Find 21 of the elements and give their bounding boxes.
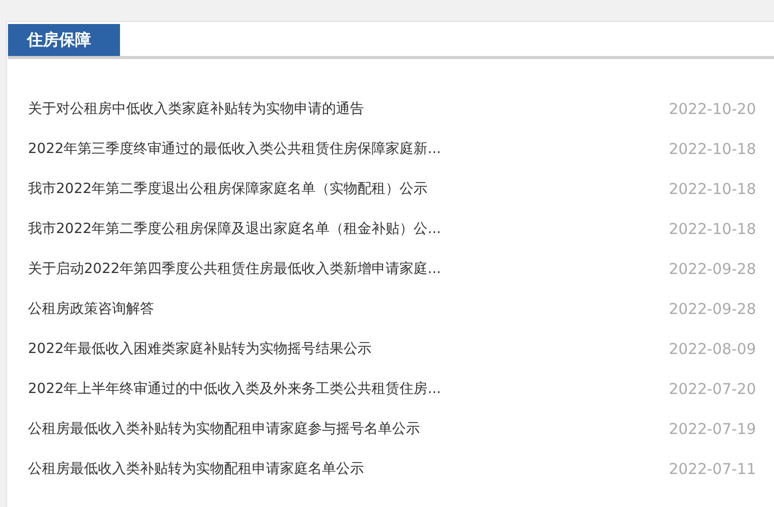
news-link[interactable]: 2022年最低收入困难类家庭补贴转为实物摇号结果公示	[28, 340, 372, 358]
news-date: 2022-08-09	[668, 340, 756, 358]
news-date: 2022-07-19	[668, 420, 756, 438]
news-date: 2022-07-11	[668, 460, 756, 478]
news-link[interactable]: 公租房最低收入类补贴转为实物配租申请家庭名单公示	[28, 460, 364, 478]
news-link[interactable]: 我市2022年第二季度公租房保障及退出家庭名单（租金补贴）公...	[28, 220, 441, 238]
news-date: 2022-07-20	[668, 380, 756, 398]
news-date: 2022-10-18	[668, 220, 756, 238]
news-date: 2022-09-28	[668, 300, 756, 318]
section-title: 住房保障	[8, 24, 120, 56]
news-date: 2022-10-18	[668, 180, 756, 198]
news-date: 2022-10-20	[668, 100, 756, 118]
news-link[interactable]: 2022年第三季度终审通过的最低收入类公共租赁住房保障家庭新...	[28, 140, 441, 158]
news-link[interactable]: 关于启动2022年第四季度公共租赁住房最低收入类新增申请家庭...	[28, 260, 441, 278]
news-date: 2022-10-18	[668, 140, 756, 158]
news-link[interactable]: 我市2022年第二季度退出公租房保障家庭名单（实物配租）公示	[28, 180, 428, 198]
news-date: 2022-09-28	[668, 260, 756, 278]
news-link[interactable]: 2022年上半年终审通过的中低收入类及外来务工类公共租赁住房...	[28, 380, 441, 398]
news-link[interactable]: 公租房最低收入类补贴转为实物配租申请家庭参与摇号名单公示	[28, 420, 420, 438]
news-link[interactable]: 公租房政策咨询解答	[28, 300, 154, 318]
news-link[interactable]: 关于对公租房中低收入类家庭补贴转为实物申请的通告	[28, 100, 364, 118]
